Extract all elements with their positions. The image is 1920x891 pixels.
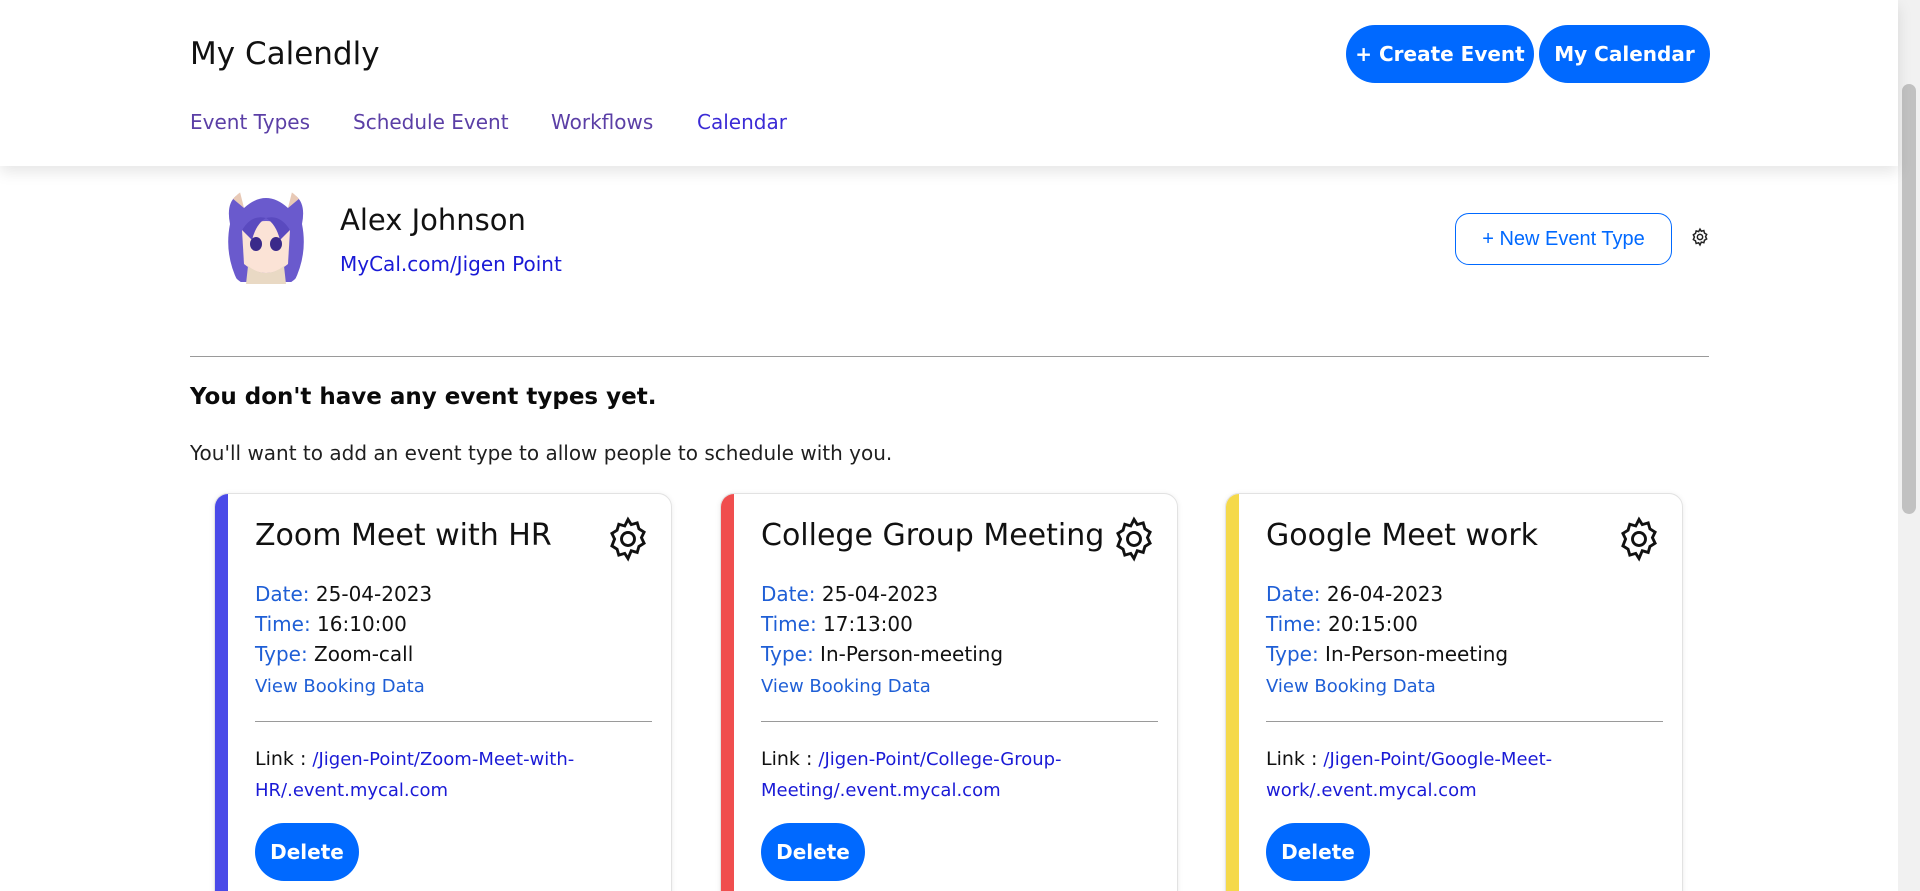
scrollbar-thumb[interactable] (1902, 84, 1916, 514)
card-divider (1266, 721, 1663, 722)
view-booking-data-link[interactable]: View Booking Data (1266, 676, 1436, 697)
time-label: Time: (255, 612, 311, 636)
link-label: Link : (761, 748, 813, 770)
date-label: Date: (761, 582, 816, 606)
card-divider (255, 721, 652, 722)
nav-schedule-event[interactable]: Schedule Event (353, 110, 509, 134)
date-value: 26-04-2023 (1326, 582, 1444, 606)
event-time: Time: 20:15:00 (1266, 612, 1418, 636)
time-label: Time: (761, 612, 817, 636)
type-value: In-Person-meeting (820, 642, 1004, 666)
event-date: Date: 25-04-2023 (761, 582, 938, 606)
time-label: Time: (1266, 612, 1322, 636)
settings-gear-icon[interactable] (1690, 227, 1710, 247)
type-label: Type: (761, 642, 814, 666)
event-time: Time: 17:13:00 (761, 612, 913, 636)
type-value: Zoom-call (314, 642, 414, 666)
event-date: Date: 25-04-2023 (255, 582, 432, 606)
avatar (222, 184, 310, 290)
my-calendar-button[interactable]: My Calendar (1539, 25, 1710, 83)
event-type: Type: In-Person-meeting (1266, 642, 1508, 666)
event-link-row: Link : /Jigen-Point/College-Group-Meetin… (761, 744, 1151, 806)
event-link-row: Link : /Jigen-Point/Zoom-Meet-with-HR/.e… (255, 744, 645, 806)
nav-workflows[interactable]: Workflows (551, 110, 653, 134)
date-value: 25-04-2023 (821, 582, 939, 606)
event-title: College Group Meeting (761, 518, 1105, 553)
delete-button[interactable]: Delete (761, 823, 865, 881)
event-card: College Group Meeting Date: 25-04-2023 T… (720, 493, 1178, 891)
event-title: Google Meet work (1266, 518, 1539, 553)
nav-event-types[interactable]: Event Types (190, 110, 310, 134)
type-label: Type: (1266, 642, 1319, 666)
event-settings-gear-icon[interactable] (1111, 516, 1157, 562)
event-link-row: Link : /Jigen-Point/Google-Meet-work/.ev… (1266, 744, 1656, 806)
empty-state-title: You don't have any event types yet. (190, 384, 657, 410)
event-time: Time: 16:10:00 (255, 612, 407, 636)
time-value: 20:15:00 (1328, 612, 1418, 636)
view-booking-data-link[interactable]: View Booking Data (761, 676, 931, 697)
top-header: My Calendly + Create Event My Calendar E… (0, 0, 1898, 166)
time-value: 17:13:00 (823, 612, 913, 636)
card-divider (761, 721, 1158, 722)
date-label: Date: (255, 582, 310, 606)
event-type: Type: In-Person-meeting (761, 642, 1003, 666)
event-settings-gear-icon[interactable] (605, 516, 651, 562)
card-color-stripe (215, 494, 228, 891)
date-label: Date: (1266, 582, 1321, 606)
time-value: 16:10:00 (317, 612, 407, 636)
card-color-stripe (1226, 494, 1239, 891)
event-settings-gear-icon[interactable] (1616, 516, 1662, 562)
nav-calendar[interactable]: Calendar (697, 110, 787, 134)
link-label: Link : (1266, 748, 1318, 770)
event-card: Zoom Meet with HR Date: 25-04-2023 Time:… (214, 493, 672, 891)
card-color-stripe (721, 494, 734, 891)
create-event-button[interactable]: + Create Event (1346, 25, 1534, 83)
event-type: Type: Zoom-call (255, 642, 413, 666)
scrollbar[interactable] (1898, 0, 1920, 891)
profile-name: Alex Johnson (340, 203, 526, 237)
delete-button[interactable]: Delete (255, 823, 359, 881)
type-value: In-Person-meeting (1325, 642, 1509, 666)
profile-link[interactable]: MyCal.com/Jigen Point (340, 252, 562, 276)
event-date: Date: 26-04-2023 (1266, 582, 1443, 606)
date-value: 25-04-2023 (315, 582, 433, 606)
event-title: Zoom Meet with HR (255, 518, 552, 553)
brand-title: My Calendly (190, 36, 380, 72)
section-divider (190, 356, 1709, 357)
link-label: Link : (255, 748, 307, 770)
view-booking-data-link[interactable]: View Booking Data (255, 676, 425, 697)
delete-button[interactable]: Delete (1266, 823, 1370, 881)
new-event-type-button[interactable]: + New Event Type (1455, 213, 1672, 265)
empty-state-subtitle: You'll want to add an event type to allo… (190, 441, 893, 465)
event-card: Google Meet work Date: 26-04-2023 Time: … (1225, 493, 1683, 891)
type-label: Type: (255, 642, 308, 666)
